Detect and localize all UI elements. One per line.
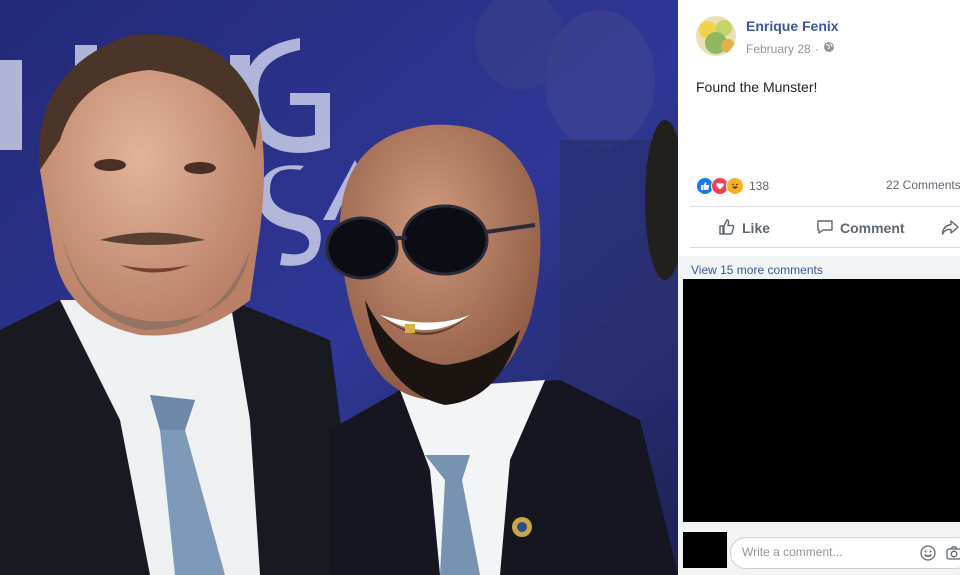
divider <box>690 206 960 207</box>
reaction-count[interactable]: 138 <box>749 179 769 193</box>
post-meta: February 28 · <box>746 41 835 56</box>
globe-icon <box>823 41 835 56</box>
avatar-image <box>696 16 736 56</box>
commenter-avatar <box>683 532 727 568</box>
comment-button[interactable]: Comment <box>816 210 905 246</box>
author-avatar[interactable] <box>696 16 736 56</box>
meta-separator: · <box>814 41 819 56</box>
photo-image <box>0 0 678 575</box>
post-photo[interactable] <box>0 0 678 575</box>
like-button[interactable]: Like <box>718 210 770 246</box>
post-date[interactable]: February 28 <box>746 42 811 56</box>
redacted-comments <box>683 279 960 522</box>
post-actions: Like Comment <box>678 210 960 246</box>
comment-input[interactable]: Write a comment... <box>730 537 960 569</box>
share-button[interactable] <box>941 210 959 246</box>
comment-icon <box>816 218 834 239</box>
comments-count-link[interactable]: 22 Comments <box>886 178 960 192</box>
comment-input-placeholder: Write a comment... <box>742 545 843 559</box>
share-icon <box>941 218 959 239</box>
post-panel: Enrique Fenix February 28 · Found the Mu… <box>678 0 960 575</box>
comment-label: Comment <box>840 220 905 236</box>
like-label: Like <box>742 220 771 236</box>
thumbs-up-icon <box>718 218 736 239</box>
reactions-summary[interactable]: 138 <box>696 177 769 195</box>
post-text: Found the Munster! <box>696 79 818 95</box>
divider <box>690 247 960 248</box>
view-more-comments-link[interactable]: View 15 more comments <box>691 263 823 277</box>
author-name[interactable]: Enrique Fenix <box>746 18 839 34</box>
comments-section: View 15 more comments Write a comment... <box>678 256 960 575</box>
camera-icon[interactable] <box>945 544 960 562</box>
emoji-icon[interactable] <box>919 544 937 562</box>
haha-reaction-icon <box>726 177 744 195</box>
